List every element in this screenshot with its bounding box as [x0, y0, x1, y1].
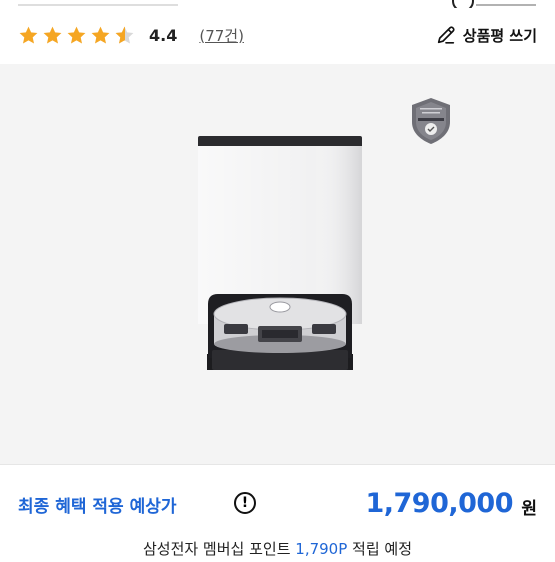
points-suffix: 적립 예정 [347, 540, 413, 558]
write-review-label: 상품평 쓰기 [462, 26, 537, 45]
top-header-cut [0, 0, 555, 8]
rating-row: 4.4 (77건) [18, 20, 244, 50]
write-review-button[interactable]: 상품평 쓰기 [435, 22, 537, 48]
points-amount: 1,790P [295, 540, 348, 558]
product-image [196, 136, 364, 370]
star-half-icon [115, 26, 134, 44]
membership-points: 삼성전자 멤버십 포인트 1,790P 적립 예정 [0, 538, 555, 562]
review-count-link[interactable]: (77건) [199, 25, 244, 46]
model-code-cut [18, 0, 178, 6]
certification-badge-icon [410, 97, 452, 145]
pencil-icon [437, 26, 455, 44]
price-amount: 1,790,000 [365, 488, 513, 519]
rating-stars [18, 25, 135, 46]
star-icon [67, 26, 86, 44]
info-circle-icon[interactable]: ! [234, 492, 256, 514]
price-currency-unit: 원 [521, 499, 537, 519]
price-row: 최종 혜택 적용 예상가 ! 1,790,000 원 [18, 486, 537, 526]
points-prefix: 삼성전자 멤버십 포인트 [142, 540, 296, 558]
star-icon [91, 26, 110, 44]
star-icon [43, 26, 62, 44]
star-icon [19, 26, 38, 44]
header-action-cut [476, 0, 536, 6]
estimated-price-label: 최종 혜택 적용 예상가 [18, 497, 177, 517]
rating-value: 4.4 [149, 25, 178, 45]
compare-icon[interactable] [452, 0, 474, 8]
section-divider [0, 464, 555, 465]
